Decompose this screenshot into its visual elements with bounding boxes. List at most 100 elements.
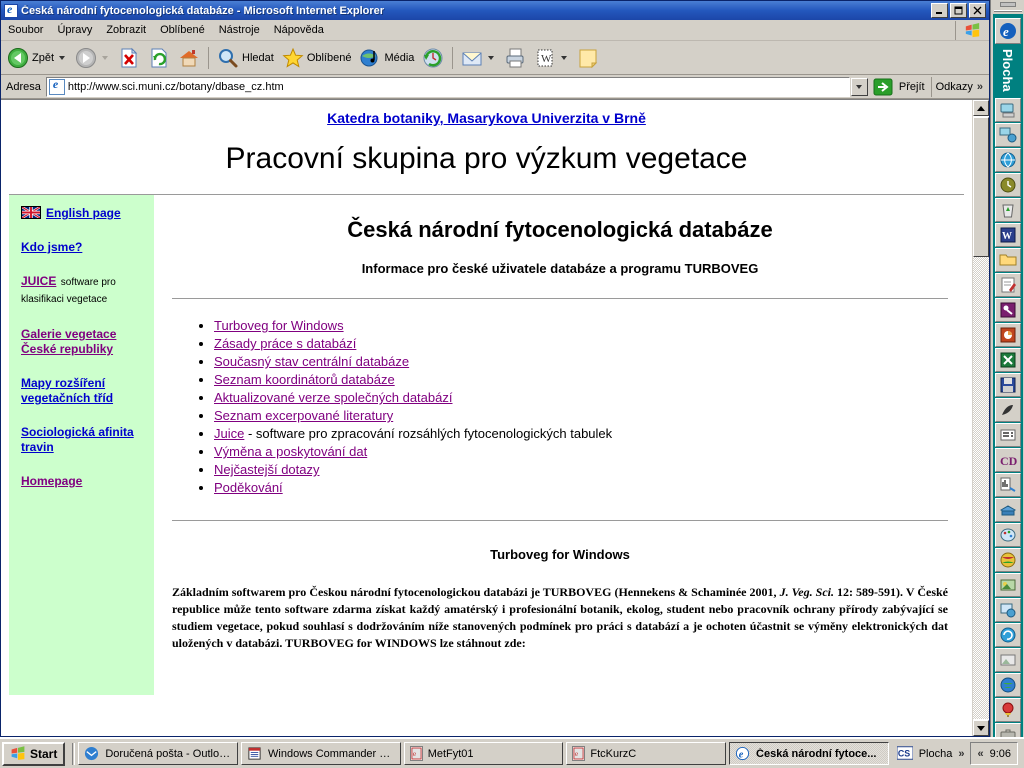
content-link-aktualizovane[interactable]: Aktualizované verze společných databází <box>214 390 452 405</box>
cs-icon[interactable]: CS <box>896 745 914 762</box>
content-link-soucasny[interactable]: Současný stav centrální databáze <box>214 354 409 369</box>
toolbar-drag-handle[interactable] <box>993 10 1022 12</box>
department-link[interactable]: Katedra botaniky, Masarykova Univerzita … <box>327 110 646 126</box>
show-desktop-icon[interactable] <box>999 2 1016 7</box>
task-button-metfyt01[interactable]: e MetFyt01 <box>403 742 564 765</box>
palette-icon[interactable] <box>994 522 1021 547</box>
content-link-literatura[interactable]: Seznam excerpované literatury <box>214 408 393 423</box>
print-button[interactable] <box>500 44 530 72</box>
go-button[interactable]: Přejít <box>868 77 931 97</box>
corel-icon[interactable]: CD <box>994 447 1021 472</box>
world-icon[interactable] <box>994 672 1021 697</box>
key-icon[interactable] <box>994 297 1021 322</box>
notepad-icon[interactable] <box>994 272 1021 297</box>
sidebar-link-juice[interactable]: JUICE <box>21 274 56 288</box>
links-button[interactable]: Odkazy » <box>930 76 987 97</box>
maximize-button[interactable] <box>950 3 967 18</box>
notes-button[interactable] <box>573 44 603 72</box>
content-link-koordinatori[interactable]: Seznam koordinátorů databáze <box>214 372 395 387</box>
task-button-outlook[interactable]: Doručená pošta - Outloo... <box>78 742 239 765</box>
clock[interactable]: 9:06 <box>990 748 1011 760</box>
internet-globe-icon[interactable] <box>994 147 1021 172</box>
sidebar-item-kdojsme[interactable]: Kdo jsme? <box>21 239 146 254</box>
search-button[interactable]: Hledat <box>213 44 278 72</box>
folder-icon[interactable] <box>994 247 1021 272</box>
internet-explorer-icon[interactable]: e <box>994 18 1021 44</box>
menu-item-upravy[interactable]: Úpravy <box>50 22 99 38</box>
dial-up-icon[interactable] <box>994 622 1021 647</box>
powerpoint-icon[interactable] <box>994 322 1021 347</box>
address-dropdown-button[interactable] <box>850 77 868 96</box>
forward-button[interactable] <box>71 44 114 72</box>
title-bar[interactable]: Česká národní fytocenologická databáze -… <box>1 1 989 20</box>
ie-window-icon[interactable] <box>4 2 18 18</box>
scroll-up-icon[interactable] <box>973 100 989 116</box>
sidebar-item-english[interactable]: English page <box>21 205 146 220</box>
sidebar-item-sociologicka[interactable]: Sociologická afinita travin <box>21 424 146 454</box>
list-icon[interactable] <box>994 422 1021 447</box>
content-link-turboveg[interactable]: Turboveg for Windows <box>214 318 344 333</box>
clock-icon[interactable] <box>994 172 1021 197</box>
menu-item-oblibene[interactable]: Oblíbené <box>153 22 212 38</box>
content-link-zasady[interactable]: Zásady práce s databází <box>214 336 356 351</box>
excel-icon[interactable] <box>994 347 1021 372</box>
image-icon[interactable] <box>994 647 1021 672</box>
forward-dropdown-icon[interactable] <box>102 55 109 60</box>
start-button[interactable]: Start <box>2 741 66 766</box>
sidebar-item-galerie[interactable]: Galerie vegetace České republiky <box>21 326 146 356</box>
sidebar-item-mapy[interactable]: Mapy rozšíření vegetačních tříd <box>21 375 146 405</box>
content-link-dotazy[interactable]: Nejčastejší dotazy <box>214 462 320 477</box>
mail-dropdown-icon[interactable] <box>488 55 495 60</box>
edit-dropdown-icon[interactable] <box>561 55 568 60</box>
explorer-icon[interactable] <box>994 597 1021 622</box>
vertical-scrollbar[interactable] <box>972 100 989 736</box>
media-button[interactable]: Média <box>355 44 418 72</box>
tray-desktop-label[interactable]: Plocha <box>919 748 953 760</box>
tray-expand-chevron-icon[interactable]: » <box>958 748 964 760</box>
sidebar-link-kdojsme[interactable]: Kdo jsme? <box>21 240 82 254</box>
content-link-podekovani[interactable]: Poděkování <box>214 480 283 495</box>
menu-item-napoveda[interactable]: Nápověda <box>267 22 331 38</box>
content-link-vymena[interactable]: Výměna a poskytování dat <box>214 444 367 459</box>
word-icon[interactable]: W <box>994 222 1021 247</box>
browser-globe-icon[interactable] <box>994 547 1021 572</box>
paint-icon[interactable] <box>994 397 1021 422</box>
sidebar-item-juice[interactable]: JUICE software pro klasifikaci vegetace <box>21 273 146 307</box>
back-button[interactable]: Zpět <box>3 44 71 72</box>
sidebar-link-english[interactable]: English page <box>46 206 121 220</box>
chart-icon[interactable] <box>994 472 1021 497</box>
history-button[interactable] <box>418 44 448 72</box>
menu-item-nastroje[interactable]: Nástroje <box>212 22 267 38</box>
photo-editor-icon[interactable] <box>994 572 1021 597</box>
content-link-juice[interactable]: Juice <box>214 426 244 441</box>
menu-item-zobrazit[interactable]: Zobrazit <box>99 22 153 38</box>
close-button[interactable] <box>969 3 986 18</box>
task-button-commander[interactable]: Windows Commander 3.... <box>241 742 401 765</box>
sidebar-link-galerie[interactable]: Galerie vegetace České republiky <box>21 327 116 356</box>
address-input[interactable]: http://www.sci.muni.cz/botany/dbase_cz.h… <box>45 76 850 97</box>
sidebar-link-sociologicka[interactable]: Sociologická afinita travin <box>21 425 134 454</box>
network-icon[interactable] <box>994 122 1021 147</box>
back-dropdown-icon[interactable] <box>59 55 66 60</box>
menu-item-soubor[interactable]: Soubor <box>1 22 50 38</box>
my-computer-icon[interactable] <box>994 97 1021 122</box>
scroll-down-icon[interactable] <box>973 720 989 736</box>
briefcase-icon[interactable] <box>994 722 1021 737</box>
task-button-ftckurzc[interactable]: e FtcKurzC <box>566 742 727 765</box>
minimize-button[interactable] <box>931 3 948 18</box>
stop-button[interactable] <box>114 44 144 72</box>
mail-button[interactable] <box>457 44 500 72</box>
favorites-button[interactable]: Oblíbené <box>278 44 356 72</box>
save-disk-icon[interactable] <box>994 372 1021 397</box>
balloon-icon[interactable] <box>994 697 1021 722</box>
sidebar-link-homepage[interactable]: Homepage <box>21 474 82 488</box>
sidebar-item-homepage[interactable]: Homepage <box>21 473 146 488</box>
task-button-ie-active[interactable]: e Česká národní fytoce... <box>729 742 889 765</box>
scanner-icon[interactable] <box>994 497 1021 522</box>
sidebar-link-mapy[interactable]: Mapy rozšíření vegetačních tříd <box>21 376 113 405</box>
edit-button[interactable]: W <box>530 44 573 72</box>
scrollbar-thumb[interactable] <box>973 117 989 257</box>
tray-collapse-chevron-icon[interactable]: « <box>977 748 983 760</box>
refresh-button[interactable] <box>144 44 174 72</box>
home-button[interactable] <box>174 44 204 72</box>
